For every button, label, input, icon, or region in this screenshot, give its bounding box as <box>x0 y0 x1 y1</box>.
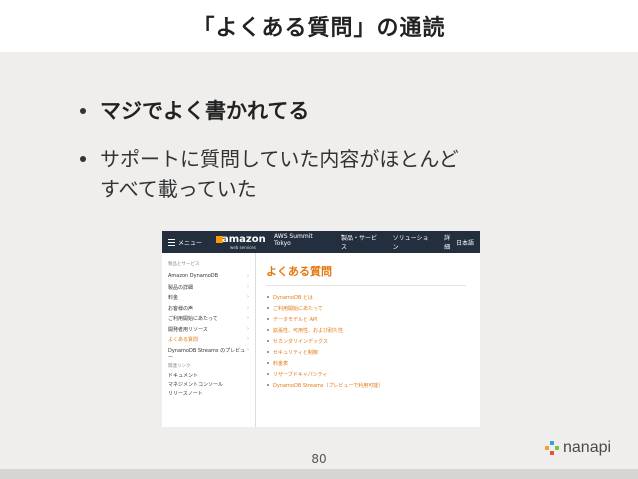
sidebar-item-label: DynamoDB Streams のプレビュー <box>168 347 246 361</box>
chevron-right-icon: › <box>247 325 249 332</box>
faq-link[interactable]: セカンダリインデックス <box>266 338 480 349</box>
chevron-right-icon: › <box>247 336 249 342</box>
faq-link[interactable]: DynamoDB Streams（プレビューで利用可能） <box>266 382 480 393</box>
sidebar-item-label: ご利用開始にあたって <box>168 316 218 322</box>
nanapi-wordmark: nanapi <box>563 439 612 456</box>
faq-link[interactable]: 料金表 <box>266 360 480 371</box>
aws-logo[interactable]: amazon web services <box>216 233 266 251</box>
menu-button[interactable]: メニュー <box>168 238 216 247</box>
chevron-right-icon: › <box>247 315 249 321</box>
nav-item-summit[interactable]: AWS Summit Tokyo <box>274 233 331 251</box>
faq-link[interactable]: データモデルと API <box>266 316 480 327</box>
faq-link[interactable]: ご利用開始にあたって <box>266 305 480 316</box>
bullet-2: サポートに質問していた内容がほとんど すべて載っていた <box>78 144 598 204</box>
bullet-1: マジでよく書かれてる <box>78 96 598 126</box>
sidebar-item[interactable]: お客様の声 › <box>168 305 255 316</box>
sidebar-item[interactable]: 料金 › <box>168 294 255 305</box>
sidebar-item[interactable]: ご利用開始にあたって › <box>168 315 255 326</box>
sidebar-item[interactable]: よくある質問 › <box>168 336 255 347</box>
aws-logo-sub: web services <box>230 245 256 250</box>
nav-item-details[interactable]: 詳細 <box>444 233 456 251</box>
sidebar-item[interactable]: 開発者用リソース › <box>168 326 255 337</box>
chevron-right-icon: › <box>247 346 249 353</box>
dot <box>550 441 554 445</box>
sidebar-item-label: 料金 <box>168 295 179 301</box>
dot <box>550 451 554 455</box>
sidebar-item-label: Amazon DynamoDB <box>168 273 219 279</box>
aws-nav: AWS Summit Tokyo 製品・サービス ソリューション 詳細 <box>274 233 456 251</box>
chevron-right-icon: › <box>247 294 249 300</box>
aws-sidebar: 製品とサービス Amazon DynamoDB › 製品の詳細 › 料金 › お客様の声 › ご… <box>162 253 256 427</box>
sidebar-item-label: 製品の詳細 <box>168 284 194 291</box>
sidebar-item-label: 開発者用リソース <box>168 326 208 333</box>
sidebar-header: 製品とサービス <box>168 262 200 267</box>
nanapi-logo: nanapi <box>545 439 611 457</box>
language-selector[interactable]: 日本語 <box>456 238 474 247</box>
chevron-right-icon: › <box>247 283 249 290</box>
sidebar-links-header: 関連リンク <box>168 364 191 369</box>
page-number: 80 <box>311 452 327 466</box>
faq-link[interactable]: セキュリティと制御 <box>266 349 480 360</box>
bullet-list: マジでよく書かれてる サポートに質問していた内容がほとんど すべて載っていた <box>78 96 598 204</box>
aws-header: メニュー amazon web services AWS Summit Toky… <box>162 231 480 253</box>
sidebar-item-label: お客様の声 <box>168 305 194 312</box>
hamburger-icon <box>168 238 175 246</box>
faq-list: DynamoDB とは ご利用開始にあたって データモデルと API 拡張性、可用性、… <box>266 294 480 393</box>
sidebar-item[interactable]: DynamoDB Streams のプレビュー › <box>168 346 255 361</box>
slide-title: 「よくある質問」の通読 <box>192 16 446 41</box>
nav-item-products[interactable]: 製品・サービス <box>341 233 383 251</box>
embedded-screenshot: メニュー amazon web services AWS Summit Toky… <box>162 231 480 427</box>
dot <box>545 446 549 450</box>
sidebar-link[interactable]: リリースノート <box>168 390 255 399</box>
faq-heading: よくある質問 <box>266 263 466 286</box>
footer-bar <box>0 469 638 479</box>
faq-link[interactable]: DynamoDB とは <box>266 294 480 305</box>
chevron-right-icon: › <box>247 304 249 311</box>
chevron-right-icon: › <box>247 273 249 279</box>
aws-logo-word: amazon <box>222 234 266 245</box>
sidebar-link[interactable]: ドキュメント <box>168 372 255 381</box>
nanapi-mark-icon <box>545 441 559 455</box>
sidebar-item[interactable]: 製品の詳細 › <box>168 284 255 295</box>
sidebar-item-label: よくある質問 <box>168 337 199 343</box>
nav-item-solutions[interactable]: ソリューション <box>393 233 435 251</box>
faq-link[interactable]: リザーブドキャパシティ <box>266 371 480 382</box>
aws-main: よくある質問 DynamoDB とは ご利用開始にあたって データモデルと API 拡… <box>256 253 480 427</box>
bullet-2-text: サポートに質問していた内容がほとんど すべて載っていた <box>100 147 459 201</box>
faq-link[interactable]: 拡張性、可用性、および耐久性 <box>266 327 480 338</box>
sidebar-item[interactable]: Amazon DynamoDB › <box>168 273 255 284</box>
slide-title-bar: 「よくある質問」の通読 <box>0 0 638 52</box>
dot <box>555 446 559 450</box>
sidebar-link[interactable]: マネジメントコンソール <box>168 381 255 390</box>
menu-label: メニュー <box>178 239 203 247</box>
